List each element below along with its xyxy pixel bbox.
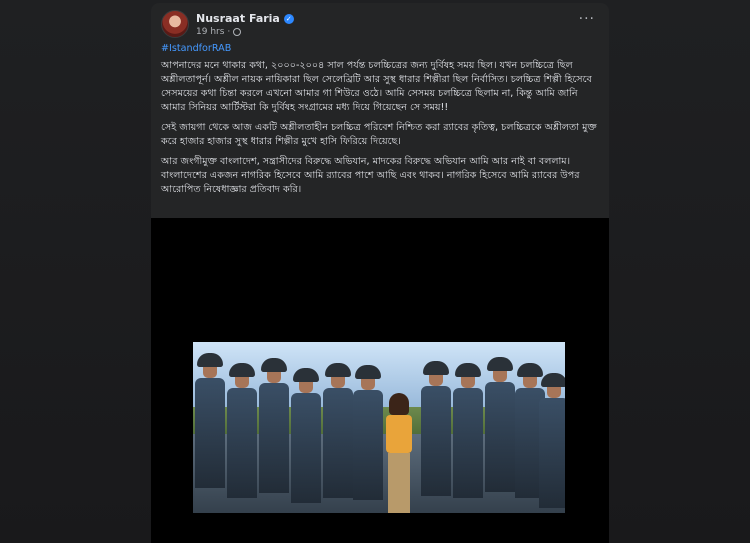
post-photo[interactable] [193,342,565,513]
photo-figure [323,363,353,513]
author-row: Nusraat Faria ✓ [196,12,294,25]
photo-figure [383,393,415,513]
photo-figure [453,363,483,513]
photo-figure [353,365,383,513]
post-media[interactable] [151,218,609,543]
photo-figure [195,353,225,513]
photo-figure [539,373,565,513]
more-options-icon[interactable]: ··· [579,12,595,26]
meta-separator: · [227,27,231,37]
post-header: Nusraat Faria ✓ 19 hrs · ··· [161,10,599,42]
avatar[interactable] [161,10,189,38]
author-name[interactable]: Nusraat Faria [196,12,280,25]
post-text: #IstandforRAB আপনাদের মনে থাকার কথা, ২০০… [161,42,601,203]
post-paragraph: সেই জায়গা থেকে আজ একটি অশ্লীলতাহীন চলচ্… [161,122,597,147]
globe-icon [233,28,242,36]
post-paragraph: আপনাদের মনে থাকার কথা, ২০০০-২০০৪ সাল পর্… [161,60,592,113]
post-time[interactable]: 19 hrs [196,27,224,37]
hashtag-link[interactable]: #IstandforRAB [161,42,601,56]
verified-icon: ✓ [283,13,294,24]
photo-figure [259,358,289,513]
photo-figure [291,368,321,513]
photo-figure [227,363,257,513]
post-paragraph: আর জংগীমুক্ত বাংলাদেশ, সন্ত্রাসীদের বিরু… [161,156,580,195]
post-meta: 19 hrs · [196,27,242,37]
photo-figure [421,361,451,513]
photo-figure [485,357,515,513]
facebook-post: Nusraat Faria ✓ 19 hrs · ··· #IstandforR… [151,3,609,543]
